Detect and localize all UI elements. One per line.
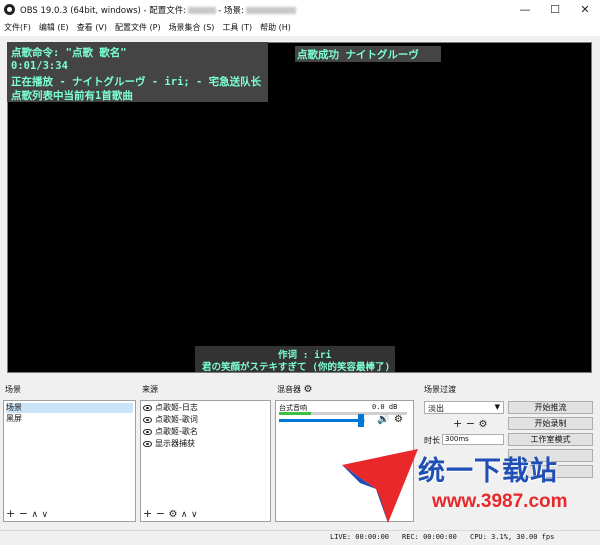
chevron-down-icon: ▼ [494,403,500,411]
menu-scene-collection[interactable]: 场景集合 (S) [165,20,219,36]
visibility-eye-icon[interactable] [143,428,152,435]
remove-transition-button[interactable]: − [466,417,475,430]
source-item[interactable]: 显示器捕获 [143,439,195,449]
title-prefix: OBS 19.0.3 (64bit, windows) - 配置文件: [20,6,187,16]
now-playing-text: 正在播放 - ナイトグルーヴ - iri; - 宅急送队长 [11,76,262,88]
start-recording-button[interactable]: 开始录制 [508,417,593,430]
start-streaming-button[interactable]: 开始推流 [508,401,593,414]
scene-toolbar: + − ∧ ∨ [6,508,48,521]
sources-list[interactable]: 点歌姬-日志 点歌姬-歌词 点歌姬-歌名 显示器捕获 [140,400,271,522]
menu-profile[interactable]: 配置文件 (P) [111,20,165,36]
scenes-title: 场景 [5,385,21,394]
menu-help[interactable]: 帮助 (H) [256,20,295,36]
visibility-eye-icon[interactable] [143,416,152,423]
gear-icon[interactable]: ⚙ [304,384,313,395]
scenes-list[interactable]: 场景 黑屏 [3,400,136,522]
remove-source-button[interactable]: − [156,507,165,520]
remove-scene-button[interactable]: − [19,507,28,520]
move-source-up-button[interactable]: ∧ [181,510,188,520]
add-scene-button[interactable]: + [6,507,15,520]
add-transition-button[interactable]: + [453,417,462,430]
transitions-title: 场景过渡 [424,385,456,394]
visibility-eye-icon[interactable] [143,404,152,411]
gear-icon[interactable]: ⚙ [394,414,403,425]
watermark-logo-icon [342,449,418,523]
duration-spinbox[interactable]: 300ms [442,434,504,445]
menu-file[interactable]: 文件(F) [0,20,35,36]
audio-level-db: 0.0 dB [372,403,398,411]
source-item[interactable]: 点歌姬-歌名 [143,427,198,437]
mixer-title: 混音器 ⚙ [277,384,313,395]
transition-select[interactable]: 淡出 ▼ [424,401,504,414]
maximize-button[interactable]: ☐ [540,0,570,20]
cpu-fps: CPU: 3.1%, 30.00 fps [470,533,555,541]
sources-title: 来源 [142,385,158,394]
speaker-icon[interactable]: 🔊 [377,414,389,425]
source-toolbar: + − ⚙ ∧ ∨ [143,508,198,521]
menu-tools[interactable]: 工具 (T) [218,20,256,36]
move-scene-down-button[interactable]: ∨ [42,510,49,520]
gear-icon[interactable]: ⚙ [478,419,487,430]
blurred-scene [245,7,296,14]
close-button[interactable]: ✕ [570,0,600,20]
watermark-site: www.3987.com [432,491,568,512]
move-scene-up-button[interactable]: ∧ [31,510,38,520]
playback-time-text: 0:01/3:34 [11,60,68,72]
move-source-down-button[interactable]: ∨ [191,510,198,520]
blurred-profile [188,7,217,14]
add-source-button[interactable]: + [143,507,152,520]
window-title: OBS 19.0.3 (64bit, windows) - 配置文件: - 场景: [20,4,298,16]
visibility-eye-icon[interactable] [143,440,152,447]
scene-item[interactable]: 黑屏 [6,414,22,424]
lyric-line-text: 君の笑顔がステキすぎて (你的笑容最棒了) [202,362,391,373]
minimize-button[interactable]: — [510,0,540,20]
queue-count-text: 点歌列表中当前有1首歌曲 [11,90,133,102]
menu-edit[interactable]: 编辑 (E) [35,20,73,36]
title-scene-label: - 场景: [218,6,244,16]
gear-icon[interactable]: ⚙ [168,509,177,520]
menu-view[interactable]: 查看 (V) [73,20,111,36]
watermark: 统一下载站 www.3987.com [340,445,595,530]
volume-slider-thumb[interactable] [357,414,364,427]
title-bar: OBS 19.0.3 (64bit, windows) - 配置文件: - 场景:… [0,0,600,20]
volume-slider-track[interactable] [279,419,365,422]
transition-toolbar: + − ⚙ [453,418,487,431]
scene-item[interactable]: 场景 [6,403,133,413]
request-success-text: 点歌成功 ナイトグルーヴ [297,49,419,61]
watermark-brand: 统一下载站 [418,456,558,487]
source-item[interactable]: 点歌姬-日志 [143,403,198,413]
song-command-text: 点歌命令: "点歌 歌名" [11,47,127,59]
source-item[interactable]: 点歌姬-歌词 [143,415,198,425]
obs-logo-icon [4,4,15,15]
rec-timer: REC: 00:00:00 [402,533,457,541]
menu-bar: 文件(F) 编辑 (E) 查看 (V) 配置文件 (P) 场景集合 (S) 工具 (T) 帮… [0,20,600,36]
live-timer: LIVE: 00:00:00 [330,533,390,541]
